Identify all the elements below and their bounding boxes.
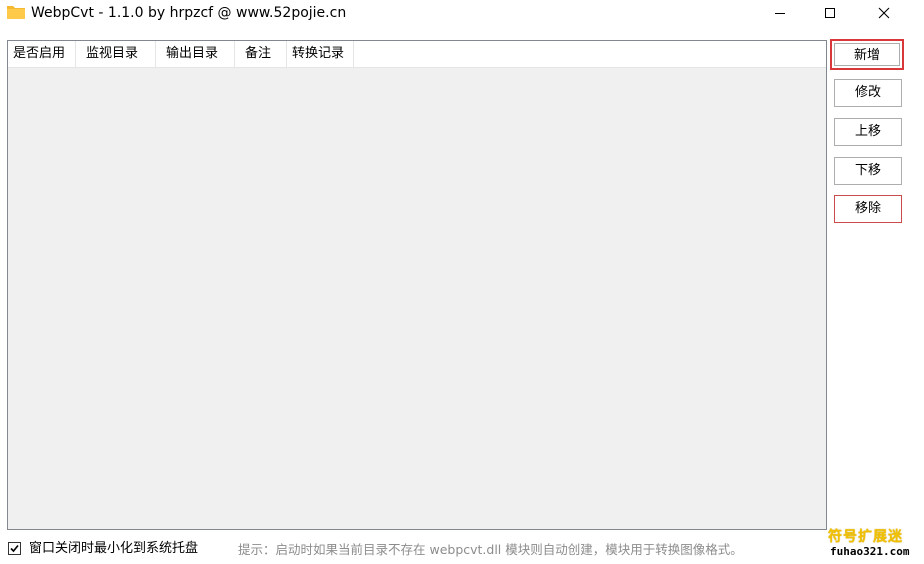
maximize-icon: [825, 8, 835, 18]
list-header: 是否启用 监视目录 输出目录 备注 转换记录: [8, 41, 826, 68]
column-header-watch-dir[interactable]: 监视目录: [76, 41, 156, 67]
move-down-button[interactable]: 下移: [834, 157, 902, 185]
column-header-note[interactable]: 备注: [235, 41, 287, 67]
title-bar: WebpCvt - 1.1.0 by hrpzcf @ www.52pojie.…: [0, 0, 924, 26]
task-list-view[interactable]: 是否启用 监视目录 输出目录 备注 转换记录: [7, 40, 827, 530]
list-body[interactable]: [8, 68, 826, 529]
folder-icon: [7, 6, 25, 19]
maximize-button[interactable]: [807, 0, 853, 26]
remove-button[interactable]: 移除: [834, 195, 902, 223]
close-button[interactable]: [861, 0, 907, 26]
column-header-output-dir[interactable]: 输出目录: [156, 41, 235, 67]
add-button-label: 新增: [834, 43, 900, 66]
watermark-title: 符号扩展迷: [828, 529, 903, 545]
minimize-button[interactable]: [757, 0, 803, 26]
window-title: WebpCvt - 1.1.0 by hrpzcf @ www.52pojie.…: [31, 5, 347, 21]
minimize-to-tray-checkbox[interactable]: [8, 542, 21, 555]
move-up-button[interactable]: 上移: [834, 118, 902, 146]
watermark-url: fuhao321.com: [830, 545, 910, 558]
edit-button[interactable]: 修改: [834, 79, 902, 107]
add-button[interactable]: 新增: [830, 39, 904, 70]
minimize-icon: [775, 13, 785, 14]
column-header-enabled[interactable]: 是否启用: [8, 41, 76, 67]
column-header-log[interactable]: 转换记录: [287, 41, 354, 67]
minimize-to-tray-label[interactable]: 窗口关闭时最小化到系统托盘: [29, 540, 198, 558]
checkmark-icon: [10, 544, 19, 553]
hint-text: 提示：启动时如果当前目录不存在 webpcvt.dll 模块则自动创建，模块用于…: [238, 542, 743, 557]
close-icon: [878, 7, 890, 19]
